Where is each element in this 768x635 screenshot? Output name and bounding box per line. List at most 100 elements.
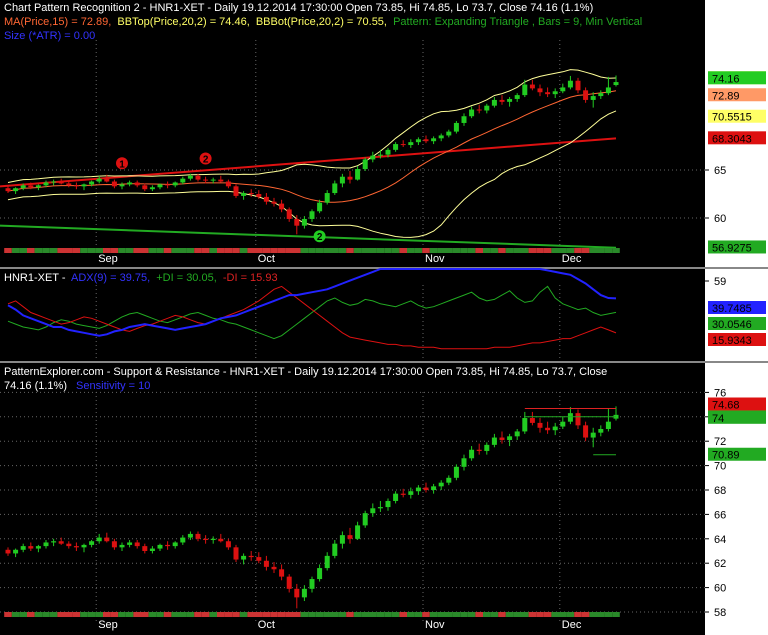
candle-body <box>241 193 247 196</box>
candle-body <box>590 96 596 100</box>
signal-strip-cell <box>536 612 544 617</box>
signal-strip-cell <box>315 612 324 617</box>
signal-strip-cell <box>361 612 369 617</box>
candle-body <box>157 544 163 549</box>
candle-body <box>66 183 72 186</box>
candle-body <box>598 429 604 433</box>
candle-body <box>598 93 604 97</box>
candle-body <box>279 569 285 577</box>
signal-strip-cell <box>505 612 514 617</box>
lower-trend-value-tag: 56.9275 <box>712 242 752 254</box>
candle-body <box>438 135 444 139</box>
candle-body <box>461 458 467 467</box>
candle-body <box>180 178 186 183</box>
signal-strip-cell <box>331 612 339 617</box>
signal-strip-cell <box>483 248 491 253</box>
signal-strip-cell <box>414 612 423 617</box>
signal-strip-cell <box>376 612 385 617</box>
candle-body <box>324 555 330 569</box>
signal-strip-cell <box>133 612 141 617</box>
candle-body <box>499 437 505 440</box>
signal-strip-cell <box>201 612 210 617</box>
candle-body <box>522 418 528 432</box>
candle-body <box>491 437 497 445</box>
candle-body <box>385 500 391 508</box>
signal-strip-cell <box>399 248 407 253</box>
candle-body <box>172 182 178 186</box>
candle-body <box>476 449 482 451</box>
candle-body <box>104 537 110 542</box>
signal-strip-cell <box>597 248 605 253</box>
signal-strip-cell <box>179 612 187 617</box>
candle-body <box>431 486 437 490</box>
candle-body <box>529 418 535 423</box>
candle-body <box>286 209 292 219</box>
candle-body <box>104 178 110 182</box>
signal-strip-cell <box>513 248 521 253</box>
candle-body <box>613 82 619 86</box>
signal-strip-cell <box>194 612 202 617</box>
signal-strip-cell <box>224 612 233 617</box>
candle-body <box>415 487 421 492</box>
signal-strip-cell <box>179 248 187 253</box>
signal-strip-cell <box>80 612 88 617</box>
sr-y-tick: 66 <box>714 509 726 521</box>
candle-body <box>415 139 421 143</box>
signal-strip-cell <box>247 612 255 617</box>
signal-strip-cell <box>293 612 301 617</box>
candle-body <box>385 149 391 155</box>
signal-strip-cell <box>186 248 195 253</box>
candle-body <box>225 541 231 548</box>
candle-body <box>453 466 459 478</box>
signal-strip-cell <box>498 612 506 617</box>
candle-body <box>545 427 551 431</box>
candle-body <box>446 477 452 483</box>
resistance-value-tag: 74.68 <box>712 400 740 412</box>
signal-strip-cell <box>604 248 613 253</box>
signal-strip-cell <box>87 612 96 617</box>
signal-strip-cell <box>490 612 499 617</box>
candle-body <box>294 218 300 226</box>
signal-strip-cell <box>429 612 438 617</box>
ma-value-tag: 72.89 <box>712 90 740 102</box>
candle-body <box>423 139 429 142</box>
candle-body <box>157 184 163 188</box>
candle-body <box>545 92 551 95</box>
candle-body <box>355 169 361 180</box>
price-panel-title: Chart Pattern Recognition 2 - HNR1-XET -… <box>4 2 593 14</box>
x-axis-label: Nov <box>425 253 445 265</box>
signal-strip-cell <box>391 248 400 253</box>
signal-strip-cell <box>201 248 210 253</box>
candle-body <box>484 444 490 451</box>
candle-body <box>567 80 573 88</box>
sr-y-tick: 68 <box>714 485 726 497</box>
candle-body <box>248 555 254 558</box>
signal-strip-cell <box>103 612 111 617</box>
candle-body <box>317 202 323 212</box>
candle-body <box>560 421 566 427</box>
signal-strip-cell <box>384 612 392 617</box>
candle-body <box>514 431 520 437</box>
signal-strip-cell <box>566 612 575 617</box>
price-y-tick: 65 <box>714 165 726 177</box>
signal-strip-cell <box>232 612 240 617</box>
candle-body <box>195 533 201 539</box>
price-panel-bg <box>0 0 705 267</box>
size-label: Size (*ATR) = 0.00 <box>4 30 95 42</box>
signal-strip-cell <box>232 248 240 253</box>
candle-body <box>393 493 399 501</box>
signal-strip-cell <box>308 248 316 253</box>
signal-strip-cell <box>118 248 126 253</box>
signal-strip-cell <box>110 612 119 617</box>
candle-body <box>317 568 323 580</box>
candle-body <box>248 193 254 195</box>
plus-di-value-tag: 30.0546 <box>712 319 752 331</box>
candle-body <box>96 178 102 182</box>
candle-body <box>58 181 64 184</box>
signal-strip-cell <box>376 248 385 253</box>
signal-strip-cell <box>125 612 134 617</box>
signal-strip-cell <box>72 248 81 253</box>
candle-body <box>73 185 79 187</box>
candle-body <box>605 87 611 94</box>
signal-strip-cell <box>156 248 164 253</box>
